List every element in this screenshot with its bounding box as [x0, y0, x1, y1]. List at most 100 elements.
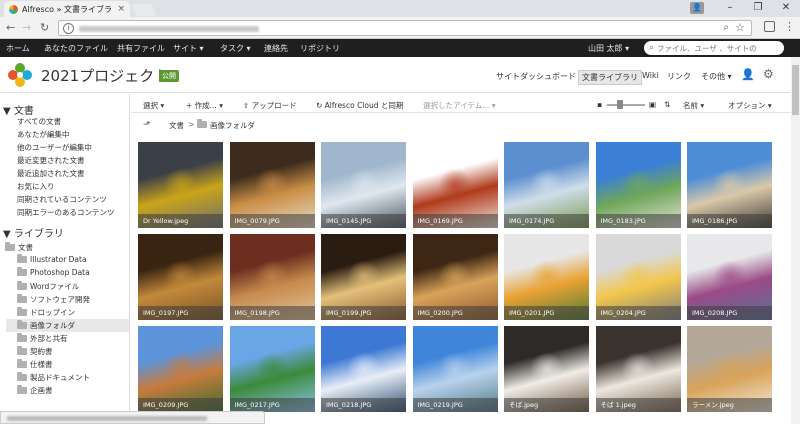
reload-icon[interactable]: ↻	[40, 21, 49, 34]
options-menu[interactable]: オプション ▾	[728, 100, 772, 111]
back-icon[interactable]: ←	[6, 21, 15, 34]
filter-favorites[interactable]: お気に入り	[17, 181, 55, 192]
file-thumbnail[interactable]: IMG_0174.JPG	[504, 142, 589, 228]
file-name[interactable]: IMG_0219.JPG	[412, 398, 498, 412]
minimize-button[interactable]: –	[716, 0, 744, 17]
user-menu[interactable]: 山田 太郎 ▾	[588, 43, 629, 54]
file-thumbnail[interactable]: IMG_0198.JPG	[229, 234, 315, 320]
file-thumbnail[interactable]: ラーメン.jpeg	[687, 326, 772, 412]
member-icon[interactable]: 👤	[741, 68, 755, 81]
file-thumbnail[interactable]: IMG_0209.JPG	[138, 326, 223, 412]
url-field[interactable]: i ⌕ ☆	[58, 20, 752, 36]
file-name[interactable]: IMG_0209.JPG	[138, 398, 223, 412]
forward-icon[interactable]: →	[22, 21, 31, 34]
tree-folder[interactable]: Photoshop Data	[17, 267, 90, 277]
sort-menu[interactable]: 名前 ▾	[683, 100, 704, 111]
file-name[interactable]: IMG_0201.JPG	[504, 306, 589, 320]
file-thumbnail[interactable]: IMG_0208.JPG	[687, 234, 772, 320]
file-name[interactable]: ラーメン.jpeg	[687, 398, 772, 412]
file-name[interactable]: IMG_0197.JPG	[138, 306, 223, 320]
new-tab-button[interactable]	[131, 4, 157, 16]
file-name[interactable]: IMG_0079.JPG	[229, 214, 315, 228]
profile-icon[interactable]: 👤	[690, 2, 704, 14]
nav-sites[interactable]: サイト ▾	[173, 43, 204, 54]
library-section-title[interactable]: ▼ ライブラリ	[3, 225, 64, 240]
create-button[interactable]: + 作成... ▾	[186, 100, 223, 111]
tree-root-docs[interactable]: 文書	[5, 242, 33, 253]
file-name[interactable]: IMG_0186.JPG	[687, 214, 772, 228]
browser-tab[interactable]: Alfresco » 文書ライブラリ ×	[4, 1, 130, 17]
links-link[interactable]: リンク	[667, 71, 691, 82]
breadcrumb-root[interactable]: 文書	[169, 120, 184, 131]
file-thumbnail[interactable]: IMG_0218.JPG	[321, 326, 406, 412]
tree-folder[interactable]: Illustrator Data	[17, 254, 87, 264]
menu-icon[interactable]: ⋮	[784, 20, 795, 33]
file-thumbnail[interactable]: そば.jpeg	[504, 326, 589, 412]
file-thumbnail[interactable]: IMG_0079.JPG	[229, 142, 315, 228]
tree-folder[interactable]: 外部と共有	[17, 333, 68, 344]
document-library-link[interactable]: 文書ライブラリ	[578, 70, 642, 85]
filter-my-editing[interactable]: あなたが編集中	[17, 129, 70, 140]
file-name[interactable]: IMG_0204.JPG	[595, 306, 681, 320]
file-name[interactable]: IMG_0169.JPG	[412, 214, 498, 228]
file-name[interactable]: IMG_0218.JPG	[321, 398, 406, 412]
filter-others-editing[interactable]: 他のユーザーが編集中	[17, 142, 92, 153]
tree-folder-selected[interactable]: 画像フォルダ	[6, 319, 129, 332]
select-menu[interactable]: 選択 ▾	[143, 100, 164, 111]
tree-folder[interactable]: 製品ドキュメント	[17, 372, 90, 383]
tab-close-icon[interactable]: ×	[117, 4, 125, 14]
file-thumbnail[interactable]: Dr Yellow.jpeg	[138, 142, 223, 228]
filter-sync-errors[interactable]: 同期エラーのあるコンテンツ	[17, 207, 115, 218]
slider-handle[interactable]	[617, 100, 623, 109]
file-name[interactable]: Dr Yellow.jpeg	[138, 214, 223, 228]
file-thumbnail[interactable]: IMG_0145.JPG	[321, 142, 406, 228]
file-name[interactable]: IMG_0199.JPG	[321, 306, 406, 320]
site-dashboard-link[interactable]: サイトダッシュボード	[496, 71, 576, 82]
file-name[interactable]: IMG_0183.JPG	[595, 214, 681, 228]
file-name[interactable]: IMG_0208.JPG	[687, 306, 772, 320]
file-name[interactable]: IMG_0198.JPG	[229, 306, 315, 320]
file-thumbnail[interactable]: IMG_0169.JPG	[412, 142, 498, 228]
nav-shared-files[interactable]: 共有ファイル	[117, 43, 165, 54]
thumbnail-size-slider[interactable]	[607, 104, 645, 106]
sync-button[interactable]: ↻ Alfresco Cloud と同期	[316, 100, 403, 111]
search-input[interactable]	[657, 43, 776, 53]
nav-tasks[interactable]: タスク ▾	[220, 43, 251, 54]
file-thumbnail[interactable]: そば 1.jpeg	[595, 326, 681, 412]
tree-folder[interactable]: 契約書	[17, 346, 53, 357]
filter-synced[interactable]: 同期されているコンテンツ	[17, 194, 107, 205]
tree-folder[interactable]: Wordファイル	[17, 281, 79, 292]
page-scrollbar[interactable]	[791, 57, 800, 424]
selected-items-menu[interactable]: 選択したアイテム... ▾	[423, 100, 496, 111]
file-name[interactable]: IMG_0174.JPG	[504, 214, 589, 228]
file-thumbnail[interactable]: IMG_0183.JPG	[595, 142, 681, 228]
restore-button[interactable]: ❐	[744, 0, 772, 17]
close-window-button[interactable]: ✕	[772, 0, 800, 17]
filter-recently-added[interactable]: 最近追加された文書	[17, 168, 85, 179]
file-name[interactable]: IMG_0145.JPG	[321, 214, 406, 228]
more-menu[interactable]: その他 ▾	[701, 71, 732, 82]
parent-folder-icon[interactable]: ⬏	[143, 120, 151, 130]
file-thumbnail[interactable]: IMG_0200.JPG	[412, 234, 498, 320]
gear-icon[interactable]: ⚙	[763, 67, 774, 81]
file-name[interactable]: そば 1.jpeg	[595, 398, 681, 412]
file-name[interactable]: IMG_0200.JPG	[412, 306, 498, 320]
wiki-link[interactable]: Wiki	[642, 71, 659, 80]
tree-folder[interactable]: ドロップイン	[17, 307, 75, 318]
filter-all-docs[interactable]: すべての文書	[17, 116, 61, 127]
file-name[interactable]: そば.jpeg	[504, 398, 589, 412]
file-thumbnail[interactable]: IMG_0219.JPG	[412, 326, 498, 412]
nav-repository[interactable]: リポジトリ	[300, 43, 340, 54]
search-box[interactable]: ⌕	[644, 41, 784, 55]
file-thumbnail[interactable]: IMG_0204.JPG	[595, 234, 681, 320]
file-thumbnail[interactable]: IMG_0201.JPG	[504, 234, 589, 320]
sort-direction-icon[interactable]: ⇅	[664, 100, 670, 109]
file-thumbnail[interactable]: IMG_0199.JPG	[321, 234, 406, 320]
nav-people[interactable]: 連絡先	[264, 43, 288, 54]
nav-home[interactable]: ホーム	[6, 43, 30, 54]
file-name[interactable]: IMG_0217.JPG	[229, 398, 315, 412]
filter-recently-modified[interactable]: 最近変更された文書	[17, 155, 85, 166]
nav-my-files[interactable]: あなたのファイル	[44, 43, 108, 54]
bookmark-star-icon[interactable]: ☆	[735, 21, 745, 34]
docs-section-title[interactable]: ▼ 文書	[3, 102, 34, 117]
